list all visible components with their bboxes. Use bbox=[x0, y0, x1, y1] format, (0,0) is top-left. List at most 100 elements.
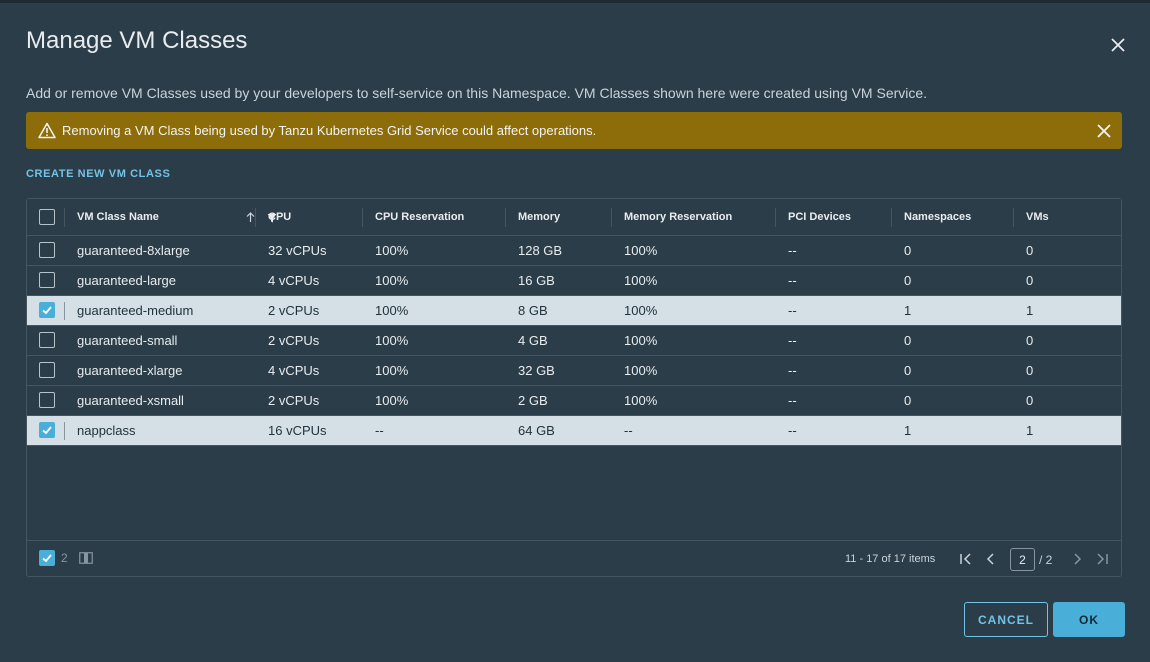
warning-icon bbox=[38, 122, 56, 139]
selection-checkbox[interactable] bbox=[39, 550, 55, 566]
cell-cpu-res: 100% bbox=[375, 303, 409, 318]
close-icon[interactable] bbox=[1108, 35, 1128, 55]
selected-count: 2 bbox=[61, 551, 68, 565]
cell-name: guaranteed-medium bbox=[77, 303, 194, 318]
cell-mem-res: 100% bbox=[624, 303, 658, 318]
sort-up-icon[interactable] bbox=[246, 212, 255, 223]
column-header-pci-devices[interactable]: PCI Devices bbox=[775, 199, 891, 235]
checkmark-icon bbox=[42, 554, 52, 563]
cell-namespaces: 0 bbox=[904, 393, 912, 408]
cell-name: nappclass bbox=[77, 423, 136, 438]
cell-cpu-res: 100% bbox=[375, 393, 409, 408]
table-row[interactable]: guaranteed-xsmall 2 vCPUs 100% 2 GB 100% -- 0 0 bbox=[27, 386, 1121, 416]
select-all-checkbox[interactable] bbox=[39, 209, 55, 225]
row-checkbox[interactable] bbox=[39, 302, 55, 318]
cell-cpu: 16 vCPUs bbox=[268, 423, 327, 438]
checkmark-icon bbox=[42, 306, 52, 315]
column-toggle-icon[interactable] bbox=[79, 552, 93, 564]
cell-vms: 0 bbox=[1026, 363, 1034, 378]
cancel-button[interactable]: CANCEL bbox=[964, 602, 1048, 637]
dialog-description: Add or remove VM Classes used by your de… bbox=[26, 85, 928, 101]
cell-name: guaranteed-xsmall bbox=[77, 393, 184, 408]
cell-mem-res: 100% bbox=[624, 363, 658, 378]
cell-mem-res: 100% bbox=[624, 333, 658, 348]
cell-cpu-res: 100% bbox=[375, 333, 409, 348]
cell-cpu: 2 vCPUs bbox=[268, 303, 320, 318]
grid-header: VM Class Name CPU CPU Reservation Memory… bbox=[27, 199, 1121, 236]
table-row[interactable]: guaranteed-8xlarge 32 vCPUs 100% 128 GB 100%… bbox=[27, 236, 1121, 266]
last-page-icon[interactable] bbox=[1095, 552, 1109, 566]
row-checkbox[interactable] bbox=[39, 272, 55, 288]
alert-message: Removing a VM Class being used by Tanzu … bbox=[62, 123, 597, 138]
cell-cpu-res: 100% bbox=[375, 273, 409, 288]
row-checkbox[interactable] bbox=[39, 242, 55, 258]
page-total: / 2 bbox=[1039, 553, 1053, 567]
cell-memory: 16 GB bbox=[518, 273, 555, 288]
row-divider bbox=[64, 302, 65, 320]
cell-cpu: 2 vCPUs bbox=[268, 393, 320, 408]
manage-vm-classes-dialog: Manage VM Classes Add or remove VM Class… bbox=[0, 0, 1150, 662]
page-number-input[interactable] bbox=[1010, 548, 1035, 571]
cell-namespaces: 0 bbox=[904, 273, 912, 288]
cell-pci: -- bbox=[788, 333, 797, 348]
cell-cpu-res: 100% bbox=[375, 243, 409, 258]
cell-cpu: 4 vCPUs bbox=[268, 273, 320, 288]
table-row[interactable]: guaranteed-large 4 vCPUs 100% 16 GB 100% -- 0 0 bbox=[27, 266, 1121, 296]
column-header-memory[interactable]: Memory bbox=[505, 199, 611, 235]
column-header-vms[interactable]: VMs bbox=[1013, 199, 1121, 235]
cell-pci: -- bbox=[788, 363, 797, 378]
row-checkbox[interactable] bbox=[39, 392, 55, 408]
cell-memory: 8 GB bbox=[518, 303, 548, 318]
cell-vms: 0 bbox=[1026, 273, 1034, 288]
cell-namespaces: 0 bbox=[904, 363, 912, 378]
cell-namespaces: 1 bbox=[904, 423, 912, 438]
cell-cpu: 4 vCPUs bbox=[268, 363, 320, 378]
table-row[interactable]: guaranteed-xlarge 4 vCPUs 100% 32 GB 100% -- 0… bbox=[27, 356, 1121, 386]
cell-cpu-res: -- bbox=[375, 423, 384, 438]
column-header-name[interactable]: VM Class Name bbox=[64, 199, 277, 235]
table-row[interactable]: guaranteed-small 2 vCPUs 100% 4 GB 100% -- 0 0 bbox=[27, 326, 1121, 356]
column-header-namespaces[interactable]: Namespaces bbox=[891, 199, 1013, 235]
table-row[interactable]: guaranteed-medium 2 vCPUs 100% 8 GB 100% -- 1 1 bbox=[27, 296, 1121, 326]
cell-cpu-res: 100% bbox=[375, 363, 409, 378]
cell-pci: -- bbox=[788, 393, 797, 408]
first-page-icon[interactable] bbox=[959, 552, 973, 566]
cell-mem-res: -- bbox=[624, 423, 633, 438]
cell-namespaces: 0 bbox=[904, 243, 912, 258]
cell-vms: 0 bbox=[1026, 243, 1034, 258]
grid-footer: 2 11 - 17 of 17 items / 2 bbox=[27, 540, 1121, 576]
cell-vms: 1 bbox=[1026, 423, 1034, 438]
cell-vms: 0 bbox=[1026, 393, 1034, 408]
cell-mem-res: 100% bbox=[624, 273, 658, 288]
checkmark-icon bbox=[42, 426, 52, 435]
cell-memory: 2 GB bbox=[518, 393, 548, 408]
cell-cpu: 2 vCPUs bbox=[268, 333, 320, 348]
table-row[interactable]: nappclass 16 vCPUs -- 64 GB -- -- 1 1 bbox=[27, 416, 1121, 446]
column-header-cpu[interactable]: CPU bbox=[255, 199, 362, 235]
cell-mem-res: 100% bbox=[624, 393, 658, 408]
ok-button[interactable]: OK bbox=[1053, 602, 1125, 637]
cell-vms: 1 bbox=[1026, 303, 1034, 318]
cell-name: guaranteed-large bbox=[77, 273, 177, 288]
next-page-icon[interactable] bbox=[1070, 552, 1084, 566]
cell-pci: -- bbox=[788, 423, 797, 438]
alert-close-icon[interactable] bbox=[1096, 123, 1112, 139]
cell-cpu: 32 vCPUs bbox=[268, 243, 327, 258]
cell-namespaces: 0 bbox=[904, 333, 912, 348]
column-header-cpu-reservation[interactable]: CPU Reservation bbox=[362, 199, 505, 235]
items-count-label: 11 - 17 of 17 items bbox=[845, 553, 936, 565]
row-checkbox[interactable] bbox=[39, 422, 55, 438]
row-checkbox[interactable] bbox=[39, 362, 55, 378]
row-checkbox[interactable] bbox=[39, 332, 55, 348]
prev-page-icon[interactable] bbox=[984, 552, 998, 566]
cell-memory: 128 GB bbox=[518, 243, 563, 258]
cell-pci: -- bbox=[788, 303, 797, 318]
cell-mem-res: 100% bbox=[624, 243, 658, 258]
cell-memory: 4 GB bbox=[518, 333, 548, 348]
vm-class-datagrid: VM Class Name CPU CPU Reservation Memory… bbox=[26, 198, 1122, 577]
column-header-memory-reservation[interactable]: Memory Reservation bbox=[611, 199, 775, 235]
cell-name: guaranteed-xlarge bbox=[77, 363, 183, 378]
create-new-vm-class-link[interactable]: CREATE NEW VM CLASS bbox=[26, 168, 170, 180]
cell-memory: 64 GB bbox=[518, 423, 555, 438]
row-divider bbox=[64, 422, 65, 440]
